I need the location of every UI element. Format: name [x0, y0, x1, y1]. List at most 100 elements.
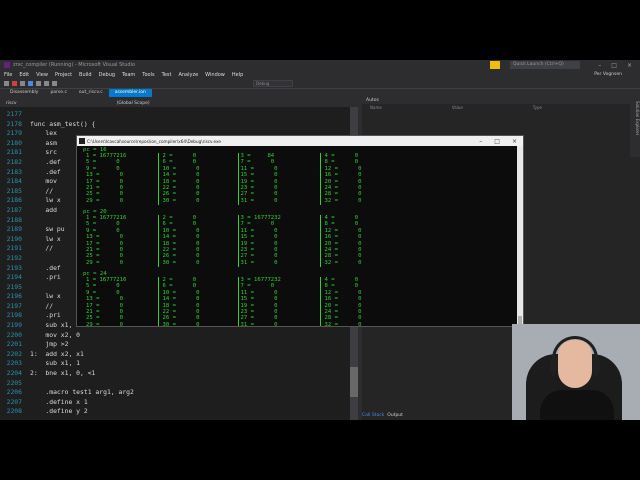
line-text[interactable]: .def — [30, 158, 60, 168]
pause-icon[interactable] — [4, 81, 9, 86]
line-text[interactable]: add — [30, 206, 57, 216]
tab-assembler-ion[interactable]: assembler.ion — [108, 89, 152, 97]
menu-project[interactable]: Project — [55, 72, 72, 78]
menu-team[interactable]: Team — [122, 72, 135, 78]
bottom-tab-call-stack[interactable]: Call Stack — [362, 413, 384, 418]
scope-dropdown[interactable]: (Global Scope) — [117, 101, 150, 106]
line-text[interactable]: // — [30, 187, 53, 197]
menu-help[interactable]: Help — [232, 72, 243, 78]
register-value: 18 = 0 — [162, 178, 200, 185]
line-text[interactable]: mov — [30, 177, 57, 187]
line-text[interactable]: mov x2, 0 — [30, 331, 80, 341]
menu-test[interactable]: Test — [162, 72, 172, 78]
menu-build[interactable]: Build — [79, 72, 92, 78]
console-scrollbar[interactable] — [517, 146, 523, 326]
line-text[interactable]: lw x — [30, 292, 60, 302]
code-line[interactable]: 2204 2: bne x1, 0, <1 — [0, 369, 358, 379]
solution-explorer-tab[interactable]: Solution Explorer — [630, 97, 640, 157]
console-close-button[interactable]: × — [512, 138, 517, 145]
step-out-icon[interactable] — [52, 81, 57, 86]
register-value: 25 = 0 — [86, 253, 124, 260]
console-app-icon — [79, 138, 85, 144]
feedback-flag-icon[interactable] — [490, 61, 500, 69]
register-value: 2 = 0 — [162, 215, 197, 221]
line-text[interactable]: .pri — [30, 273, 60, 283]
menu-tools[interactable]: Tools — [142, 72, 154, 78]
code-line[interactable]: 2201 jmp >2 — [0, 340, 358, 350]
line-text[interactable]: lw x — [30, 196, 60, 206]
code-line[interactable]: 2202 1: add x2, x1 — [0, 350, 358, 360]
quick-launch-input[interactable]: Quick Launch (Ctrl+Q) — [510, 61, 580, 69]
line-number: 2193 — [6, 263, 22, 272]
autos-column-value[interactable]: Value — [452, 105, 463, 110]
register-value: 20 = 0 — [324, 302, 362, 309]
editor-scrollbar-thumb[interactable] — [350, 367, 358, 397]
code-line[interactable]: 2207 .define x 1 — [0, 398, 358, 408]
register-value: 25 = 0 — [86, 315, 124, 322]
autos-column-name[interactable]: Name — [370, 105, 382, 110]
register-value: 30 = 0 — [162, 259, 200, 266]
menu-debug[interactable]: Debug — [99, 72, 115, 78]
toolbar: Debug — [0, 79, 640, 89]
tab-disassembly[interactable]: Disassembly — [4, 89, 44, 97]
line-text[interactable]: jmp >2 — [30, 340, 68, 350]
tab-parse-c[interactable]: parse.c — [44, 89, 72, 97]
headset-earcup-left — [550, 358, 558, 372]
menu-edit[interactable]: Edit — [19, 72, 29, 78]
code-line[interactable]: 2208 .define y 2 — [0, 407, 358, 417]
project-dropdown[interactable]: riscv — [6, 101, 17, 106]
menu-window[interactable]: Window — [205, 72, 225, 78]
show-next-statement-icon[interactable] — [28, 81, 33, 86]
line-text[interactable]: // — [30, 244, 53, 254]
line-text[interactable]: .macro test1 arg1, arg2 — [30, 388, 134, 398]
line-text[interactable]: .pri — [30, 311, 60, 321]
stop-debugging-icon[interactable] — [12, 81, 17, 86]
register-value: 4 = 0 — [324, 277, 359, 283]
line-text[interactable]: 2: bne x1, 0, <1 — [30, 369, 95, 379]
column-separator — [158, 153, 159, 205]
console-minimize-button[interactable]: – — [479, 138, 482, 145]
menu-analyze[interactable]: Analyze — [178, 72, 198, 78]
line-text[interactable]: lex — [30, 129, 57, 139]
line-text[interactable]: src — [30, 148, 57, 158]
line-text[interactable]: lw x — [30, 235, 60, 245]
console-window[interactable]: C:\Users\lcavcal\source\repos\ion_compil… — [76, 135, 524, 327]
signed-in-user[interactable]: Per Vognsen — [594, 72, 640, 77]
minimize-button[interactable]: – — [598, 62, 601, 69]
line-text[interactable]: .define x 1 — [30, 398, 87, 408]
line-text[interactable]: // — [30, 302, 53, 312]
console-maximize-button[interactable]: □ — [494, 138, 500, 145]
line-text[interactable]: .def — [30, 264, 60, 274]
solution-config-select[interactable]: Debug — [253, 80, 293, 87]
line-text[interactable]: func asm_test() { — [30, 120, 95, 130]
register-value: 19 = 0 — [240, 302, 278, 309]
code-line[interactable]: 2206 .macro test1 arg1, arg2 — [0, 388, 358, 398]
code-line[interactable]: 2205 — [0, 379, 358, 389]
line-text[interactable]: .define y 2 — [30, 407, 87, 417]
bottom-tab-output[interactable]: Output — [387, 413, 403, 418]
autos-column-type[interactable]: Type — [533, 105, 542, 110]
restart-icon[interactable] — [20, 81, 25, 86]
code-line[interactable]: 2203 sub x1, 1 — [0, 359, 358, 369]
line-text[interactable]: 1: add x2, x1 — [30, 350, 84, 360]
step-into-icon[interactable] — [36, 81, 41, 86]
code-line[interactable]: 2177 — [0, 110, 358, 120]
line-number: 2199 — [6, 321, 22, 330]
code-line[interactable]: 2200 mov x2, 0 — [0, 331, 358, 341]
register-value: 16 = 0 — [324, 234, 362, 241]
menu-view[interactable]: View — [36, 72, 48, 78]
line-text[interactable]: .def — [30, 168, 60, 178]
line-text[interactable]: sub x1, 1 — [30, 359, 80, 369]
line-text[interactable]: sw pu — [30, 225, 64, 235]
tab-out-riscv-c[interactable]: out_riscv.c — [73, 89, 109, 97]
register-value: 24 = 0 — [324, 309, 362, 315]
console-scrollbar-thumb[interactable] — [518, 316, 522, 324]
line-text[interactable]: asm — [30, 139, 57, 149]
register-value: 3 = 84 — [240, 153, 275, 159]
register-value: 24 = 0 — [324, 247, 362, 253]
maximize-button[interactable]: □ — [611, 62, 617, 69]
menu-file[interactable]: File — [4, 72, 12, 78]
close-button[interactable]: × — [627, 62, 632, 69]
code-line[interactable]: 2178 func asm_test() { — [0, 120, 358, 130]
step-over-icon[interactable] — [44, 81, 49, 86]
